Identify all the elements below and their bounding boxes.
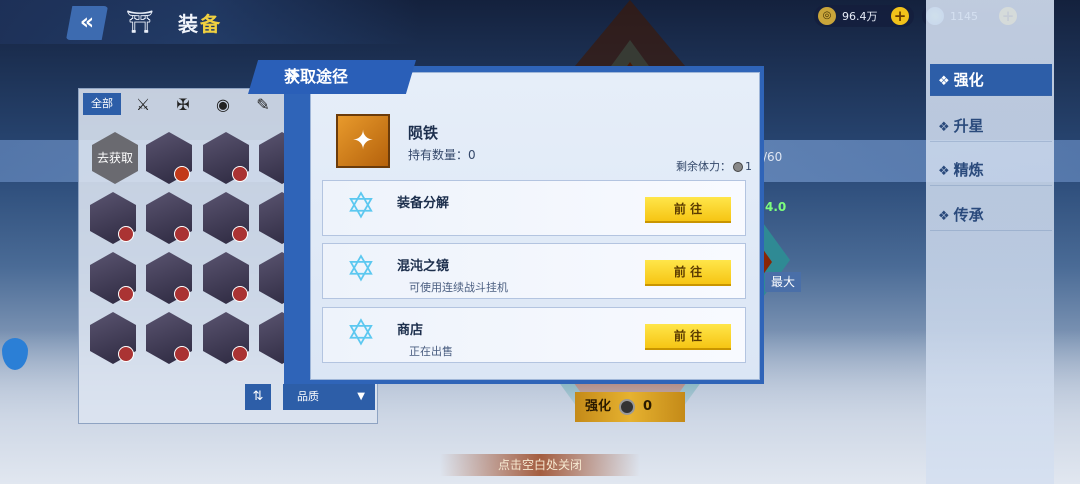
stamina-readout: /60 — [763, 150, 783, 164]
hero-avatar — [232, 166, 248, 182]
coin-icon — [619, 398, 636, 415]
star-of-david-icon: ✡ — [345, 313, 377, 354]
go-button-dismantle[interactable]: 前 往 — [645, 197, 731, 223]
hero-avatar — [118, 286, 134, 302]
equipment-emblem-icon: ⛩ — [126, 10, 154, 35]
hero-avatar — [232, 286, 248, 302]
upgrade-menu: ❖ 强化 ❖ 升星 ❖ 精炼 ❖ 传承 — [926, 0, 1054, 484]
source-row-shop: ✡ 商店 正在出售 前 往 — [322, 307, 746, 363]
go-button-shop[interactable]: 前 往 — [645, 324, 731, 350]
menu-item-enhance[interactable]: ❖ 强化 — [930, 64, 1052, 96]
menu-item-refine[interactable]: ❖ 精炼 — [930, 154, 1052, 186]
source-row-dismantle: ✡ 装备分解 前 往 — [322, 180, 746, 236]
source-row-chaos-mirror: ✡ 混沌之镜 可使用连续战斗挂机 前 往 — [322, 243, 746, 299]
hero-avatar — [118, 346, 134, 362]
coin-icon: ◎ — [818, 7, 836, 25]
close-hint-text: 点击空白处关闭 — [497, 458, 582, 472]
close-hint[interactable]: 点击空白处关闭 — [440, 454, 640, 476]
sort-arrows-icon: ⇅ — [252, 389, 264, 404]
page-title: 装备 — [178, 12, 222, 36]
hero-avatar — [174, 226, 190, 242]
source-name: 混沌之镜 — [397, 259, 450, 274]
dropdown-arrow-icon: ▼ — [357, 391, 365, 402]
star-of-david-icon: ✡ — [345, 249, 377, 290]
stamina-icon — [733, 162, 743, 172]
menu-item-inherit[interactable]: ❖ 传承 — [930, 199, 1052, 231]
filter-armor-icon[interactable]: ✠ — [169, 93, 197, 117]
add-coins-button[interactable]: + — [891, 7, 909, 25]
sort-button[interactable]: ⇅ — [245, 384, 271, 410]
double-chevron-left-icon: « — [79, 10, 95, 35]
stat-value: 4.0 — [765, 200, 787, 214]
item-name: 陨铁 — [408, 124, 439, 142]
diamond-icon: ❖ — [938, 164, 950, 179]
star-of-david-icon: ✡ — [345, 186, 377, 227]
hero-avatar — [174, 286, 190, 302]
hero-avatar — [232, 226, 248, 242]
diamond-icon: ❖ — [286, 66, 301, 85]
back-button[interactable]: « — [66, 6, 108, 40]
item-count: 持有数量：0 — [408, 148, 476, 162]
filter-weapon-icon[interactable]: ⚔ — [129, 93, 157, 117]
source-desc: 可使用连续战斗挂机 — [409, 281, 508, 294]
diamond-icon: ❖ — [938, 120, 950, 135]
filter-all-tab[interactable]: 全部 — [83, 93, 121, 115]
item-icon: ✦ — [336, 114, 390, 168]
go-button-chaos-mirror[interactable]: 前 往 — [645, 260, 731, 286]
coin-amount: 96.4万 — [842, 10, 878, 23]
menu-item-star-up[interactable]: ❖ 升星 — [930, 110, 1052, 142]
max-badge: 最大 — [765, 272, 801, 292]
filter-helmet-icon[interactable]: ◉ — [209, 93, 237, 117]
quality-dropdown[interactable]: 品质 ▼ — [283, 384, 375, 410]
diamond-icon: ❖ — [938, 74, 950, 89]
source-name: 装备分解 — [397, 196, 450, 211]
enhance-cost-bar: 强化 0 — [575, 392, 685, 422]
diamond-icon: ❖ — [938, 209, 950, 224]
hero-avatar — [174, 346, 190, 362]
hero-avatar — [118, 226, 134, 242]
filter-accessory-icon[interactable]: ✎ — [249, 93, 277, 117]
rarity-badge — [174, 166, 190, 182]
remaining-stamina: 剩余体力： 1 — [676, 160, 752, 173]
hero-avatar — [232, 346, 248, 362]
source-desc: 正在出售 — [409, 345, 453, 358]
source-name: 商店 — [397, 323, 424, 338]
dialog-title: 获取途径 — [248, 60, 416, 94]
